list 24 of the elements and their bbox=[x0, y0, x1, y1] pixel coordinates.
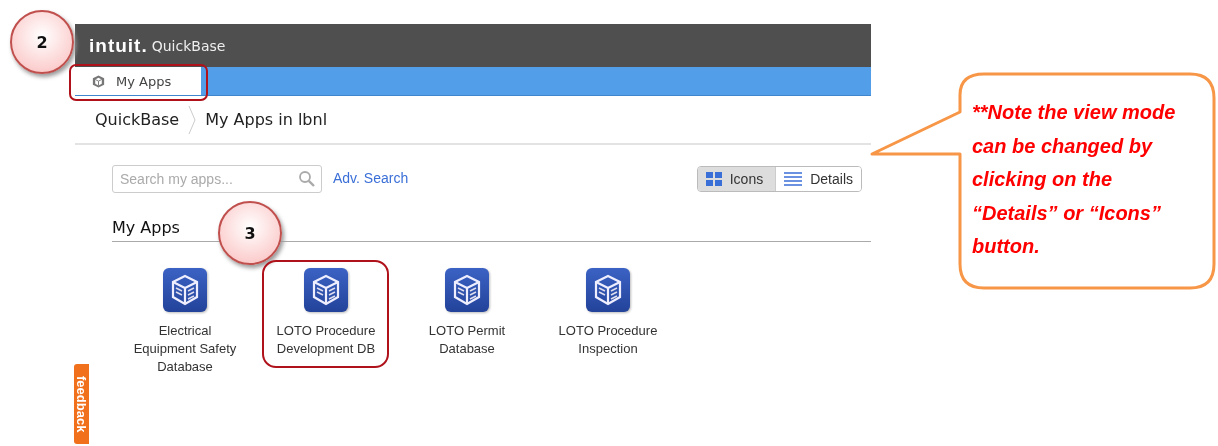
database-cube-icon[interactable] bbox=[163, 268, 207, 312]
advanced-search-link[interactable]: Adv. Search bbox=[333, 170, 409, 186]
app-name[interactable]: LOTO Procedure Inspection bbox=[552, 322, 664, 358]
product-name: QuickBase bbox=[151, 37, 226, 54]
breadcrumb-separator-icon bbox=[187, 105, 198, 134]
view-toggle-button[interactable]: Icons bbox=[697, 167, 777, 191]
breadcrumb-item[interactable]: My Apps in lbnl bbox=[205, 110, 328, 129]
database-cube-icon[interactable] bbox=[304, 268, 348, 312]
callout-text: **Note the view mode can be changed by clicking on the “Details” or “Icons” button. bbox=[972, 100, 1177, 259]
cube-icon bbox=[91, 73, 106, 89]
grid-icon bbox=[705, 172, 722, 186]
list-icon bbox=[784, 172, 803, 186]
breadcrumb-item[interactable]: QuickBase bbox=[95, 110, 180, 129]
search-icon bbox=[298, 170, 316, 188]
intuit-logo: intuit. bbox=[89, 34, 148, 57]
step-number-badge: 3 bbox=[218, 201, 282, 265]
app-name[interactable]: LOTO Permit Database bbox=[411, 322, 523, 358]
search-field[interactable]: Search my apps... bbox=[112, 165, 322, 193]
database-cube-icon[interactable] bbox=[445, 268, 489, 312]
step-number-badge: 2 bbox=[10, 10, 74, 74]
app-name[interactable]: Electrical Equipment Safety Database bbox=[129, 322, 241, 376]
database-cube-icon[interactable] bbox=[586, 268, 630, 312]
app-name[interactable]: LOTO Procedure Development DB bbox=[270, 322, 382, 358]
nav-tab[interactable]: My Apps bbox=[75, 67, 202, 95]
